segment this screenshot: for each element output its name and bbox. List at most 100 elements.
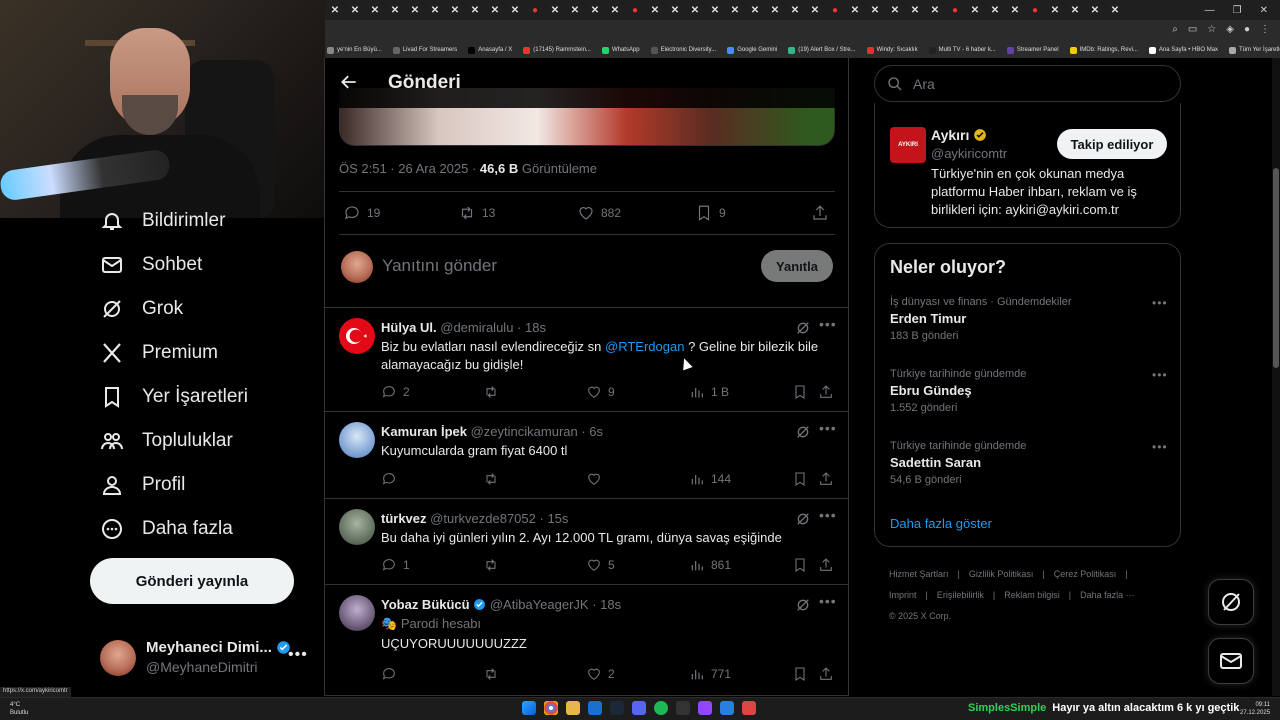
browser-tab[interactable]: ✕ (785, 0, 805, 20)
author-name[interactable]: Kamuran İpek (381, 424, 467, 439)
repost-button[interactable] (483, 384, 505, 400)
app-icon[interactable] (588, 701, 602, 715)
extension-icon[interactable]: ◈ (1226, 24, 1234, 35)
window-controls[interactable]: — ❐ ✕ (1205, 5, 1280, 16)
views-button[interactable]: 1 B (689, 384, 729, 400)
following-button[interactable]: Takip ediliyor (1057, 129, 1167, 159)
bookmark-item[interactable]: Electronic Diversity... (650, 46, 716, 54)
browser-tab[interactable]: ● (1025, 0, 1045, 20)
nav-item-profil[interactable]: Profil (100, 473, 185, 497)
twitch-icon[interactable] (698, 701, 712, 715)
spotify-icon[interactable] (654, 701, 668, 715)
page-scrollbar[interactable] (1272, 58, 1280, 696)
grok-icon[interactable] (795, 320, 811, 336)
author-name[interactable]: türkvez (381, 511, 427, 526)
share-button[interactable] (818, 384, 834, 400)
bookmark-item[interactable]: IMDb: Ratings, Revi... (1069, 46, 1138, 54)
bookmark-item[interactable]: Livad For Streamers (392, 46, 457, 54)
post-button[interactable]: Gönderi yayınla (90, 558, 294, 604)
browser-tab[interactable]: ● (525, 0, 545, 20)
share-button[interactable] (818, 471, 834, 487)
nav-item-topluluklar[interactable]: Topluluklar (100, 429, 233, 453)
bookmark-button[interactable] (792, 557, 808, 573)
browser-tab[interactable]: ✕ (765, 0, 785, 20)
reply-input[interactable]: Yanıtını gönder (382, 256, 497, 276)
browser-tab[interactable]: ✕ (645, 0, 665, 20)
footer-link[interactable]: Gizlilik Politikası (969, 569, 1034, 579)
post-time[interactable]: ÖS 2:51 · 26 Ara 2025 · (339, 161, 480, 176)
browser-tab[interactable]: ✕ (725, 0, 745, 20)
avatar[interactable] (339, 422, 375, 458)
profile-handle[interactable]: @aykiricomtr (931, 146, 1007, 161)
footer-link[interactable]: Reklam bilgisi (1004, 590, 1060, 600)
browser-tab[interactable]: ✕ (465, 0, 485, 20)
repost-count-button[interactable]: 13 (458, 204, 495, 222)
reply-button[interactable] (381, 471, 403, 487)
browser-tab[interactable]: ✕ (605, 0, 625, 20)
like-button[interactable]: 9 (586, 384, 615, 400)
maximize-icon[interactable]: ❐ (1233, 5, 1242, 16)
browser-tab[interactable]: ● (945, 0, 965, 20)
more-icon[interactable]: ••• (819, 316, 837, 332)
trend-more-icon[interactable]: ••• (1152, 296, 1168, 310)
browser-tab[interactable]: ✕ (485, 0, 505, 20)
chrome-icon[interactable] (544, 701, 558, 715)
share-button[interactable] (818, 557, 834, 573)
browser-tab[interactable]: ✕ (1065, 0, 1085, 20)
author-handle[interactable]: @turkvezde87052 (430, 511, 536, 526)
more-icon[interactable]: ••• (819, 593, 837, 609)
browser-menu-icon[interactable]: ⋮ (1260, 24, 1270, 35)
account-switcher[interactable]: Meyhaneci Dimi... @MeyhaneDimitri ••• (100, 636, 310, 680)
author-name[interactable]: Yobaz Bükücü (381, 597, 470, 612)
author-handle[interactable]: @demiralulu (440, 320, 513, 335)
bookmark-item[interactable]: Ana Sayfa • HBO Max (1148, 46, 1218, 54)
app-icon[interactable] (720, 701, 734, 715)
reply-button[interactable]: 2 (381, 384, 410, 400)
star-icon[interactable]: ☆ (1207, 24, 1216, 35)
footer-link[interactable]: Hizmet Şartları (889, 569, 949, 579)
show-more-link[interactable]: Daha fazla göster (890, 516, 992, 531)
browser-tab[interactable]: ✕ (505, 0, 525, 20)
trend-item[interactable]: Türkiye tarihinde gündemde Sadettin Saran… (890, 440, 1170, 486)
back-arrow-icon[interactable] (339, 72, 359, 92)
browser-tab[interactable]: ✕ (965, 0, 985, 20)
bookmark-button[interactable] (792, 471, 808, 487)
like-count-button[interactable]: 882 (577, 204, 621, 222)
grok-fab-button[interactable] (1208, 579, 1254, 625)
avatar[interactable] (339, 595, 375, 631)
bookmark-item[interactable]: Multi TV - 6 haber k... (928, 46, 996, 54)
browser-tab[interactable]: ✕ (385, 0, 405, 20)
reply-author[interactable]: türkvez @turkvezde87052 · 15s (381, 511, 568, 526)
trend-more-icon[interactable]: ••• (1152, 440, 1168, 454)
nav-item-bildirimler[interactable]: Bildirimler (100, 209, 225, 233)
share-button[interactable] (811, 204, 829, 222)
browser-tab[interactable]: ✕ (565, 0, 585, 20)
browser-tab[interactable]: ✕ (365, 0, 385, 20)
browser-tab[interactable]: ✕ (905, 0, 925, 20)
browser-tab[interactable]: ✕ (745, 0, 765, 20)
system-clock[interactable]: 09:11 27.12.2025 (1240, 701, 1270, 717)
reply-button[interactable] (381, 666, 403, 682)
browser-tab[interactable]: ✕ (845, 0, 865, 20)
bookmark-button[interactable] (792, 666, 808, 682)
reply-author[interactable]: Hülya Ul. @demiralulu · 18s (381, 320, 546, 335)
browser-tab[interactable]: ✕ (1045, 0, 1065, 20)
reply-item[interactable]: Kamuran İpek @zeytincikamuran · 6s Kuyumc… (325, 412, 848, 499)
reply-item[interactable]: türkvez @turkvezde87052 · 15s Bu daha iyi… (325, 499, 848, 585)
weather-widget[interactable]: 4°C Bulutlu (10, 701, 28, 717)
reply-count-button[interactable]: 19 (343, 204, 380, 222)
like-button[interactable]: 2 (586, 666, 615, 682)
zoom-icon[interactable]: ⌕ (1172, 24, 1178, 35)
bookmark-item[interactable]: Streamer Panel (1006, 46, 1059, 54)
bookmark-item[interactable]: (19) Alert Box / Stre... (788, 46, 856, 54)
grok-icon[interactable] (795, 597, 811, 613)
repost-button[interactable] (483, 557, 505, 573)
browser-address-bar[interactable]: ⌕ ▭ ☆ ◈ ● ⋮ (325, 20, 1280, 42)
reply-button[interactable]: 1 (381, 557, 410, 573)
nav-item-sohbet[interactable]: Sohbet (100, 253, 202, 277)
reply-time[interactable]: · 6s (581, 424, 603, 439)
avatar[interactable] (339, 318, 375, 354)
browser-tab[interactable]: ✕ (865, 0, 885, 20)
reply-author[interactable]: Kamuran İpek @zeytincikamuran · 6s (381, 424, 603, 439)
author-handle[interactable]: @AtibaYeagerJK (490, 597, 589, 612)
